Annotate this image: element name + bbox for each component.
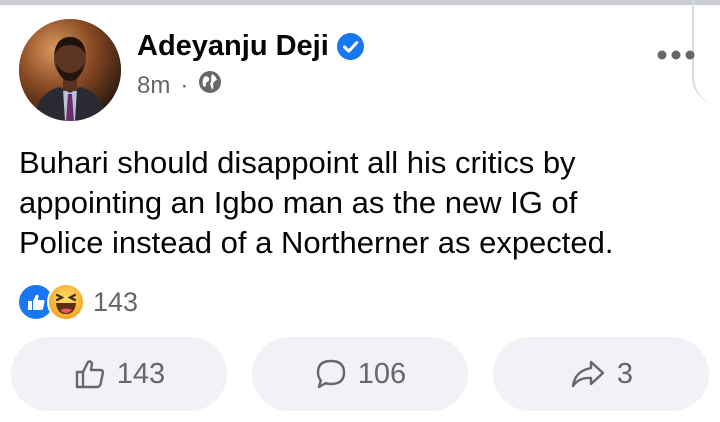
action-bar: 143 106 3: [11, 337, 709, 411]
comment-icon: [314, 357, 348, 391]
avatar[interactable]: [19, 19, 121, 121]
comment-button[interactable]: 106: [252, 337, 468, 411]
like-button[interactable]: 143: [11, 337, 227, 411]
share-icon: [569, 357, 607, 391]
reaction-count: 143: [93, 286, 139, 317]
avatar-portrait: [19, 19, 121, 121]
like-count: 143: [116, 357, 166, 390]
verified-badge-icon: [336, 33, 364, 60]
globe-icon: [198, 70, 222, 101]
thumbs-up-icon: [73, 357, 107, 391]
card-edge: [692, 0, 720, 105]
haha-icon: [47, 283, 85, 321]
author-name[interactable]: Adeyanju Deji: [137, 30, 329, 63]
more-options-icon[interactable]: [656, 42, 696, 62]
top-divider: [0, 0, 720, 5]
share-button[interactable]: 3: [493, 337, 709, 411]
meta-separator: ·: [180, 71, 189, 99]
post-meta: 8m ·: [137, 70, 222, 101]
reactions-summary[interactable]: 143: [17, 283, 138, 321]
share-count: 3: [616, 357, 634, 390]
post-text: Buhari should disappoint all his critics…: [19, 145, 614, 260]
comment-count: 106: [357, 357, 407, 390]
post-time[interactable]: 8m: [137, 72, 170, 100]
author-name-row: Adeyanju Deji: [137, 30, 364, 63]
